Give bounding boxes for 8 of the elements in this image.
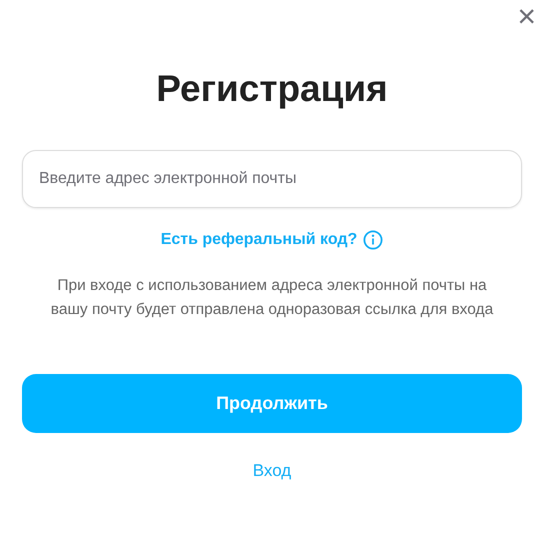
referral-code-link[interactable]: Есть реферальный код? [160,231,358,249]
email-field[interactable]: Введите адрес электронной почты [22,150,522,208]
dialog-title: Регистрация [156,67,388,111]
continue-button[interactable]: Продолжить [22,374,522,433]
info-icon[interactable] [363,230,384,250]
login-link[interactable]: Вход [252,461,292,481]
close-button[interactable]: × [517,0,536,32]
description-text: При входе с использованием адреса электронной почты на вашу почту будет отправлена одноразовая ссылка для входа [50,276,494,320]
